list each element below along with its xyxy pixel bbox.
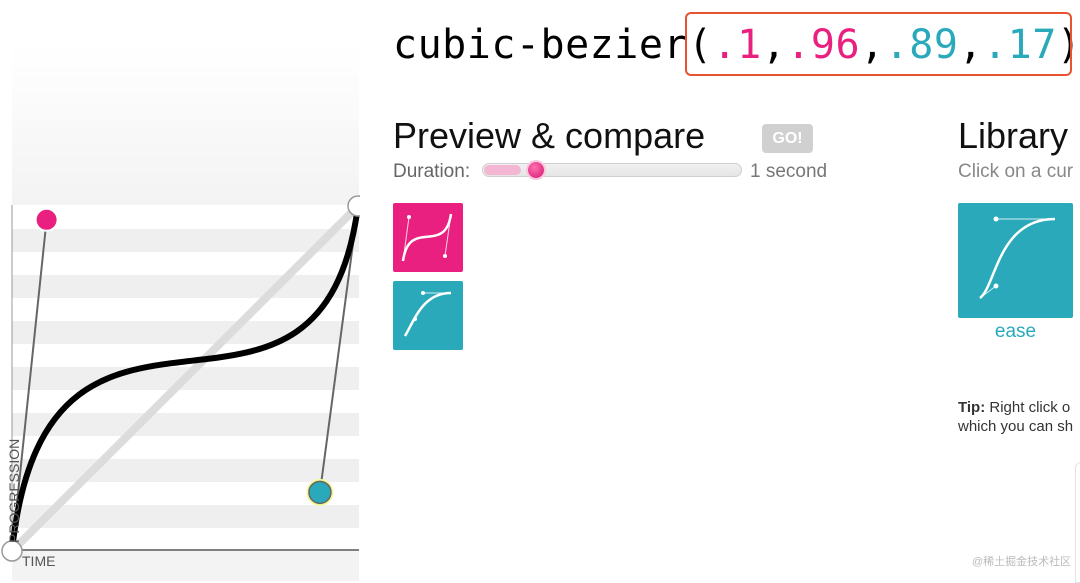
graph-stripe	[12, 528, 359, 551]
function-name: cubic-bezier	[393, 22, 688, 68]
start-point	[1, 540, 23, 562]
bezier-graph[interactable]	[0, 0, 360, 581]
duration-slider-fill	[484, 165, 521, 175]
watermark: @稀土掘金技术社区	[972, 556, 1072, 568]
graph-stripe	[12, 413, 359, 436]
tip-label: Tip:	[958, 399, 986, 416]
graph-stripe	[12, 206, 359, 229]
tip-line-1: Right click o	[985, 399, 1071, 416]
graph-stripe	[12, 298, 359, 321]
ease-curve-icon	[979, 216, 1056, 299]
library-subtitle: Click on a cur	[958, 161, 1074, 182]
bezier-editor: TIME PROGRESSION	[0, 0, 360, 581]
tip-line-2: which you can sh	[958, 418, 1074, 435]
tip-text: Tip: Right click o which you can sh	[958, 398, 1073, 436]
x-axis-label: TIME	[22, 553, 56, 569]
preview-heading: Preview & compare	[393, 115, 706, 156]
preview-current-curve[interactable]	[393, 203, 463, 272]
ease-curve-icon	[403, 291, 452, 337]
current-curve-icon	[401, 213, 453, 262]
duration-slider-thumb[interactable]	[527, 162, 544, 178]
library-heading: Library	[958, 115, 1069, 156]
control-handle-2[interactable]	[308, 480, 332, 505]
graph-stripe	[12, 275, 359, 298]
preview-compare-curve[interactable]	[393, 281, 463, 350]
graph-stripe	[12, 436, 359, 459]
graph-stripe	[12, 459, 359, 482]
y-axis-label: PROGRESSION	[6, 438, 22, 543]
graph-stripe	[12, 505, 359, 528]
duration-label: Duration:	[393, 161, 471, 182]
library-item-ease[interactable]	[958, 203, 1073, 318]
library-item-label[interactable]: ease	[958, 321, 1073, 343]
control-handle-1[interactable]	[34, 207, 59, 232]
graph-stripe	[12, 229, 359, 252]
go-button[interactable]: GO!	[762, 124, 813, 153]
duration-value: 1 second	[750, 161, 828, 182]
values-highlight-box	[685, 12, 1072, 76]
side-panel-edge	[1075, 462, 1080, 583]
duration-slider[interactable]	[482, 162, 742, 178]
